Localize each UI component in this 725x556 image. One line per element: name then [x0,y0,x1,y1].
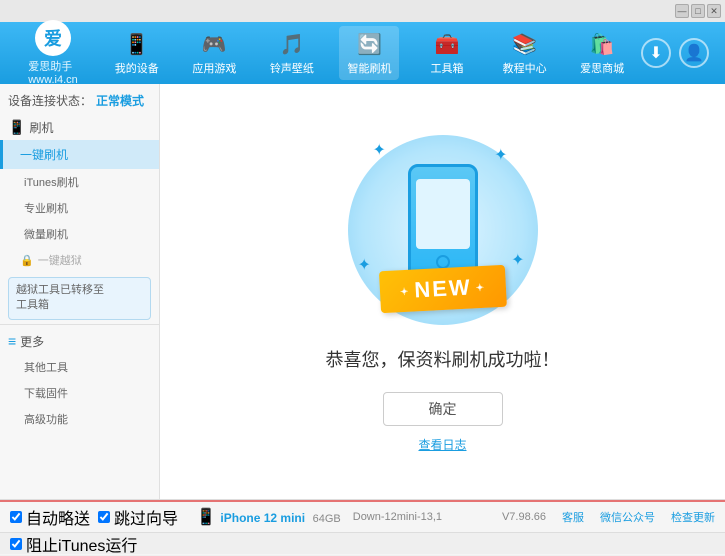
sidebar-item-download-firmware[interactable]: 下载固件 [0,380,159,406]
sidebar: 设备连接状态： 正常模式 📱 刷机 一键刷机 iTunes刷机 专业刷机 微量刷… [0,84,160,499]
success-message: 恭喜您，保资料刷机成功啦！ [326,346,560,372]
sidebar-item-one-key-flash[interactable]: 一键刷机 [0,140,159,169]
user-btn[interactable]: 👤 [679,38,709,68]
device-icon: 📱 [196,509,220,526]
section-more[interactable]: ≡ 更多 [0,329,159,354]
toolbox-icon: 🧰 [433,30,461,58]
download-btn[interactable]: ⬇ [641,38,671,68]
title-bar: — □ ✕ [0,0,725,22]
apps-icon: 🎮 [200,30,228,58]
new-badge: NEW [378,265,506,314]
maximize-btn[interactable]: □ [691,4,705,18]
skip-wizard-input[interactable] [98,511,110,523]
device-info: 📱 iPhone 12 mini 64GB [196,507,341,527]
sidebar-item-pro-flash[interactable]: 专业刷机 [0,195,159,221]
confirm-button[interactable]: 确定 [383,392,503,426]
phone-screen [416,179,470,249]
nav-bar: 📱 我的设备 🎮 应用游戏 🎵 铃声壁纸 🔄 智能刷机 🧰 工具箱 📚 教程中心… [98,26,641,80]
logo-text: 爱思助手 www.i4.cn [28,58,78,86]
device-icon: 📱 [123,30,151,58]
sidebar-item-advanced[interactable]: 高级功能 [0,406,159,432]
skip-wizard-checkbox[interactable]: 跳过向导 [98,505,178,529]
header-right: ⬇ 👤 [641,38,717,68]
flash-section-icon: 📱 [8,119,25,136]
content-area: ✦ ✦ ✦ ✦ NEW 恭喜您，保资料刷机成功啦！ 确定 查看日志 [160,84,725,499]
sidebar-divider [0,324,159,325]
device-model: Down-12mini-13,1 [353,511,442,523]
sidebar-item-jailbreak-disabled: 🔒 一键越狱 [0,247,159,273]
ringtone-icon: 🎵 [278,30,306,58]
logo-icon: 爱 [35,20,71,56]
sidebar-item-itunes-flash[interactable]: iTunes刷机 [0,169,159,195]
sparkle-4: ✦ [511,250,524,270]
sidebar-item-micro-flash[interactable]: 微量刷机 [0,221,159,247]
minimize-btn[interactable]: — [675,4,689,18]
section-flash[interactable]: 📱 刷机 [0,115,159,140]
nav-ringtones[interactable]: 🎵 铃声壁纸 [262,26,322,80]
itunes-stop-checkbox[interactable]: 阻止iTunes运行 [10,532,137,556]
flash-icon: 🔄 [355,30,383,58]
sidebar-item-other-tools[interactable]: 其他工具 [0,354,159,380]
store-icon: 🛍️ [588,30,616,58]
itunes-stop-input[interactable] [10,538,22,550]
sparkle-2: ✦ [494,145,507,165]
lock-icon: 🔒 [20,254,34,267]
header: 爱 爱思助手 www.i4.cn 📱 我的设备 🎮 应用游戏 🎵 铃声壁纸 🔄 … [0,22,725,84]
success-illustration: ✦ ✦ ✦ ✦ NEW [343,130,543,330]
sparkle-1: ✦ [373,140,386,160]
footer-itunes-bar: 阻止iTunes运行 [0,532,725,554]
nav-toolbox[interactable]: 🧰 工具箱 [417,26,477,80]
footer: 自动略送 跳过向导 📱 iPhone 12 mini 64GB Down-12m… [0,499,725,555]
auto-send-checkbox[interactable]: 自动略送 [10,505,90,529]
nav-my-device[interactable]: 📱 我的设备 [107,26,167,80]
more-icon: ≡ [8,333,16,349]
auto-send-input[interactable] [10,511,22,523]
main-area: 设备连接状态： 正常模式 📱 刷机 一键刷机 iTunes刷机 专业刷机 微量刷… [0,84,725,499]
connection-status: 设备连接状态： 正常模式 [0,88,159,115]
nav-apps-games[interactable]: 🎮 应用游戏 [184,26,244,80]
nav-smart-flash[interactable]: 🔄 智能刷机 [339,26,399,80]
nav-tutorials[interactable]: 📚 教程中心 [495,26,555,80]
sparkle-3: ✦ [358,255,371,275]
nav-store[interactable]: 🛍️ 爱思商城 [572,26,632,80]
logo-area: 爱 爱思助手 www.i4.cn [8,20,98,86]
sidebar-notice: 越狱工具已转移至工具箱 [8,277,151,320]
close-btn[interactable]: ✕ [707,4,721,18]
tutorial-icon: 📚 [511,30,539,58]
view-log-link[interactable]: 查看日志 [418,436,466,453]
